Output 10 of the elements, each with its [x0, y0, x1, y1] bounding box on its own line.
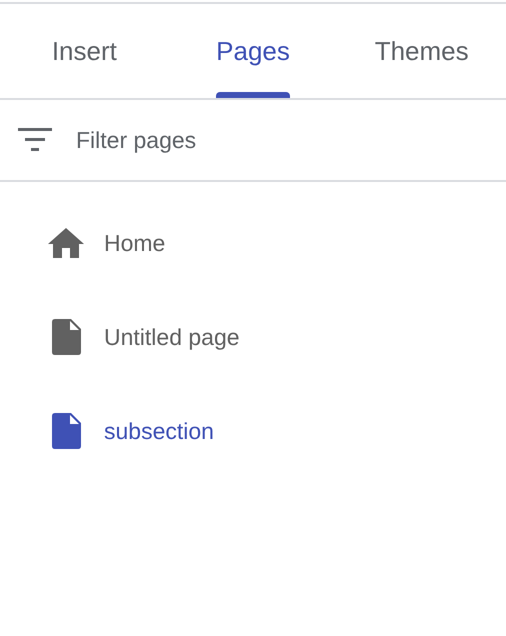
document-icon [52, 319, 82, 355]
document-icon [52, 413, 82, 449]
tab[interactable]: Themes [337, 4, 506, 98]
page-item[interactable]: subsection [0, 384, 506, 478]
page-item[interactable]: Home [0, 196, 506, 290]
filter-icon [18, 128, 52, 152]
tab[interactable]: Pages [168, 4, 338, 98]
home-icon [48, 228, 84, 258]
tab[interactable]: Insert [0, 4, 169, 98]
page-item[interactable]: Untitled page [0, 290, 506, 384]
